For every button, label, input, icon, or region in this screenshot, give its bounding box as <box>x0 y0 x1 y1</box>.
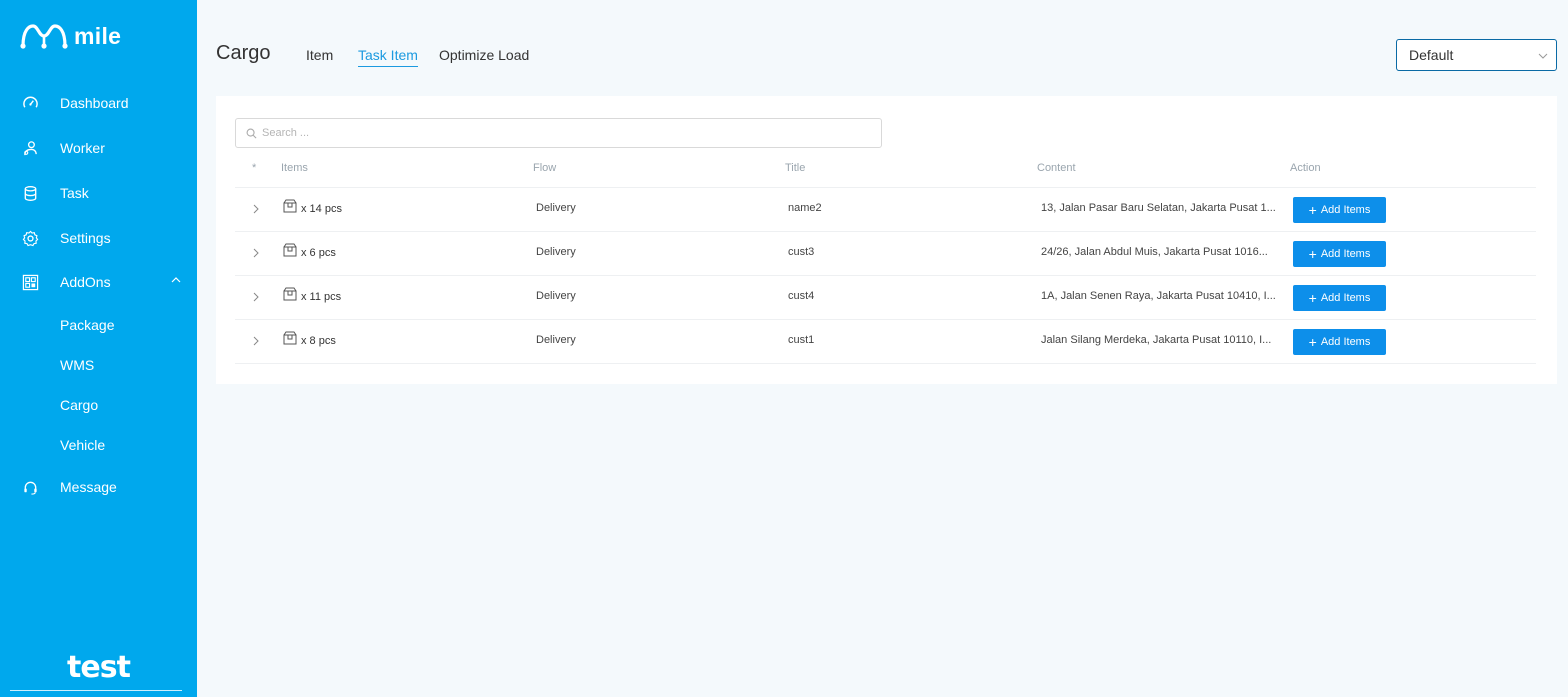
sidebar-item-label: AddOns <box>60 274 111 290</box>
logo-text: mile <box>74 22 122 49</box>
chevron-up-icon <box>171 277 181 283</box>
content-cell: Jalan Silang Merdeka, Jakarta Pusat 1011… <box>1041 334 1272 346</box>
table-row: x 11 pcs Delivery cust4 1A, Jalan Senen … <box>235 276 1536 320</box>
mile-logo-icon <box>20 24 68 49</box>
item-quantity: x 8 pcs <box>301 335 336 347</box>
search-icon <box>246 128 257 138</box>
column-header-title: Title <box>785 162 806 174</box>
column-header-expand: * <box>252 162 257 174</box>
tab-task-item[interactable]: Task Item <box>358 47 418 67</box>
table-row: x 6 pcs Delivery cust3 24/26, Jalan Abdu… <box>235 232 1536 276</box>
add-items-button[interactable]: + Add Items <box>1293 197 1386 223</box>
brand-name: test <box>67 650 131 685</box>
package-box-icon <box>283 199 297 213</box>
select-value: Default <box>1409 47 1454 63</box>
package-box-icon <box>283 331 297 345</box>
title-cell: cust4 <box>788 290 815 302</box>
page-title: Cargo <box>216 42 271 64</box>
chevron-down-icon <box>1538 53 1548 59</box>
column-header-items: Items <box>281 162 308 174</box>
search-box[interactable] <box>235 118 882 148</box>
divider <box>10 690 182 691</box>
task-item-card: * Items Flow Title Content Action x 14 p… <box>216 96 1557 384</box>
plus-icon: + <box>1308 334 1317 350</box>
sidebar-item-task[interactable]: Task <box>0 173 197 213</box>
item-quantity: x 14 pcs <box>301 203 342 215</box>
table-row: x 14 pcs Delivery name2 13, Jalan Pasar … <box>235 188 1536 232</box>
add-items-button[interactable]: + Add Items <box>1293 285 1386 311</box>
title-cell: name2 <box>788 202 822 214</box>
content-cell: 24/26, Jalan Abdul Muis, Jakarta Pusat 1… <box>1041 246 1268 258</box>
sidebar-item-label: Message <box>60 479 117 495</box>
item-quantity: x 11 pcs <box>301 291 342 303</box>
column-header-action: Action <box>1290 162 1321 174</box>
profile-select[interactable]: Default <box>1396 39 1557 71</box>
plus-icon: + <box>1308 202 1317 218</box>
item-quantity: x 6 pcs <box>301 247 336 259</box>
gear-icon <box>21 229 39 247</box>
package-box-icon <box>283 243 297 257</box>
sidebar-item-settings[interactable]: Settings <box>0 218 197 258</box>
content-cell: 13, Jalan Pasar Baru Selatan, Jakarta Pu… <box>1041 202 1276 214</box>
chevron-right-icon[interactable] <box>251 336 261 346</box>
content-cell: 1A, Jalan Senen Raya, Jakarta Pusat 1041… <box>1041 290 1276 302</box>
add-items-label: Add Items <box>1320 204 1371 216</box>
title-cell: cust3 <box>788 246 815 258</box>
sidebar: mile Dashboard Worker Task Settings AddO… <box>0 0 197 697</box>
flow-cell: Delivery <box>536 290 576 302</box>
sidebar-item-label: Worker <box>60 140 105 156</box>
sidebar-subitem-cargo[interactable]: Cargo <box>60 390 98 420</box>
plus-icon: + <box>1308 290 1317 306</box>
sidebar-subitem-wms[interactable]: WMS <box>60 350 94 380</box>
table-row: x 8 pcs Delivery cust1 Jalan Silang Merd… <box>235 320 1536 364</box>
sidebar-item-dashboard[interactable]: Dashboard <box>0 83 197 123</box>
flow-cell: Delivery <box>536 334 576 346</box>
sidebar-item-addons[interactable]: AddOns <box>0 262 197 302</box>
plus-icon: + <box>1308 246 1317 262</box>
headset-icon <box>21 478 39 496</box>
chevron-right-icon[interactable] <box>251 248 261 258</box>
add-items-label: Add Items <box>1320 292 1371 304</box>
logo[interactable]: mile <box>20 22 121 50</box>
sidebar-item-label: Settings <box>60 230 111 246</box>
qr-grid-icon <box>21 273 39 291</box>
speedometer-icon <box>21 94 39 112</box>
add-items-label: Add Items <box>1320 248 1371 260</box>
flow-cell: Delivery <box>536 202 576 214</box>
package-box-icon <box>283 287 297 301</box>
sidebar-subitem-vehicle[interactable]: Vehicle <box>60 430 105 460</box>
chevron-right-icon[interactable] <box>251 204 261 214</box>
user-icon <box>21 139 39 157</box>
sidebar-item-label: Dashboard <box>60 95 129 111</box>
search-input[interactable] <box>262 127 862 139</box>
database-icon <box>21 184 39 202</box>
column-header-content: Content <box>1037 162 1076 174</box>
add-items-button[interactable]: + Add Items <box>1293 329 1386 355</box>
add-items-button[interactable]: + Add Items <box>1293 241 1386 267</box>
tab-optimize-load[interactable]: Optimize Load <box>439 47 529 66</box>
sidebar-item-label: Task <box>60 185 89 201</box>
sidebar-item-worker[interactable]: Worker <box>0 128 197 168</box>
tab-item[interactable]: Item <box>306 47 333 66</box>
column-header-flow: Flow <box>533 162 557 174</box>
sidebar-subitem-package[interactable]: Package <box>60 310 114 340</box>
sidebar-item-message[interactable]: Message <box>0 467 197 507</box>
chevron-right-icon[interactable] <box>251 292 261 302</box>
add-items-label: Add Items <box>1320 336 1371 348</box>
title-cell: cust1 <box>788 334 815 346</box>
flow-cell: Delivery <box>536 246 576 258</box>
